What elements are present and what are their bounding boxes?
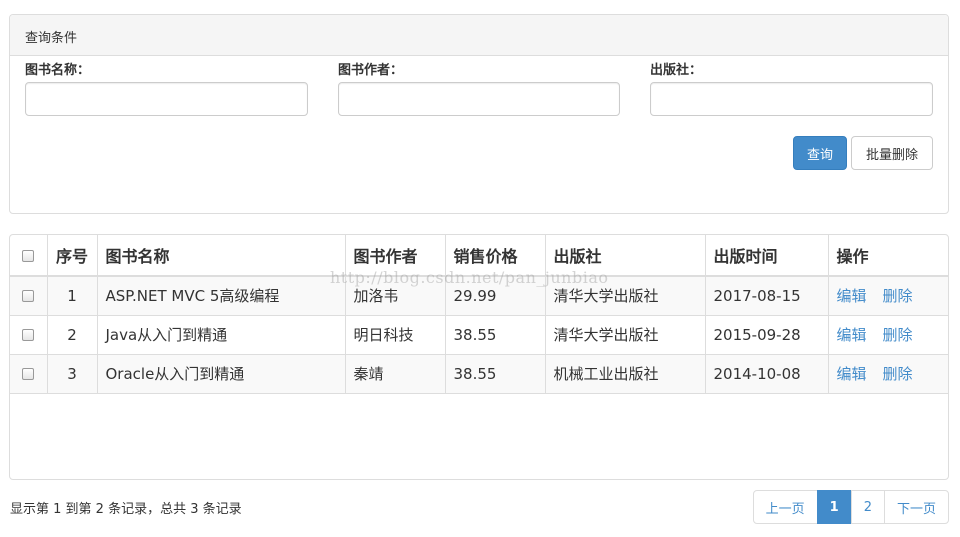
book-name-label: 图书名称： [25,63,91,78]
header-num[interactable]: 序号 [47,235,98,277]
header-book-name[interactable]: 图书名称 [97,235,346,277]
cell-actions: 编辑 删除 [828,276,948,316]
cell-publisher: 清华大学出版社 [545,276,706,316]
header-publisher[interactable]: 出版社 [545,235,706,277]
cell-book-name: ASP.NET MVC 5高级编程 [97,276,346,316]
batch-delete-button[interactable]: 批量删除 [851,136,933,170]
cell-publish-date: 2017-08-15 [705,276,829,316]
row-checkbox[interactable] [22,329,35,341]
table-row: 3 Oracle从入门到精通 秦靖 38.55 机械工业出版社 2014-10-… [10,354,948,394]
header-price[interactable]: 销售价格 [445,235,546,277]
book-table: 序号 图书名称 图书作者 销售价格 出版社 出版时间 操作 1 ASP.NET … [10,235,948,394]
row-checkbox[interactable] [22,368,35,380]
cell-price: 38.55 [445,315,546,355]
table-row: 2 Java从入门到精通 明日科技 38.55 清华大学出版社 2015-09-… [10,315,948,355]
cell-author: 明日科技 [345,315,446,355]
page-2-button[interactable]: 2 [850,490,885,524]
book-name-input[interactable] [25,82,308,116]
table-header-row: 序号 图书名称 图书作者 销售价格 出版社 出版时间 操作 [10,235,948,277]
book-author-input[interactable] [338,82,620,116]
prev-page-button[interactable]: 上一页 [752,490,818,524]
cell-author: 加洛韦 [345,276,446,316]
cell-num: 2 [47,315,98,355]
cell-price: 29.99 [445,276,546,316]
search-button[interactable]: 查询 [793,136,847,170]
cell-num: 1 [47,276,98,316]
cell-actions: 编辑 删除 [828,315,948,355]
cell-publisher: 清华大学出版社 [545,315,706,355]
page-1-button[interactable]: 1 [816,490,852,524]
edit-link[interactable]: 编辑 [837,326,867,344]
next-page-button[interactable]: 下一页 [883,490,949,524]
cell-price: 38.55 [445,354,546,394]
cell-publisher: 机械工业出版社 [545,354,706,394]
table-row: 1 ASP.NET MVC 5高级编程 加洛韦 29.99 清华大学出版社 20… [10,276,948,316]
cell-publish-date: 2014-10-08 [705,354,829,394]
delete-link[interactable]: 删除 [883,326,913,344]
row-checkbox[interactable] [22,290,35,303]
cell-book-name: Oracle从入门到精通 [97,354,346,394]
delete-link[interactable]: 删除 [883,287,913,305]
select-all-checkbox[interactable] [22,250,35,262]
publisher-label: 出版社： [650,63,703,78]
cell-publish-date: 2015-09-28 [705,315,829,355]
cell-book-name: Java从入门到精通 [97,315,346,355]
book-author-label: 图书作者： [338,63,404,78]
publisher-input[interactable] [650,82,933,116]
cell-author: 秦靖 [345,354,446,394]
header-actions: 操作 [828,235,948,277]
book-table-container: 序号 图书名称 图书作者 销售价格 出版社 出版时间 操作 1 ASP.NET … [9,234,949,480]
header-author[interactable]: 图书作者 [345,235,446,277]
edit-link[interactable]: 编辑 [837,287,867,305]
header-select-all[interactable] [10,235,48,277]
cell-num: 3 [47,354,98,394]
edit-link[interactable]: 编辑 [837,365,867,383]
header-publish-date[interactable]: 出版时间 [705,235,829,277]
query-panel-title: 查询条件 [10,15,948,56]
cell-actions: 编辑 删除 [828,354,948,394]
delete-link[interactable]: 删除 [883,365,913,383]
records-summary: 显示第 1 到第 2 条记录，总共 3 条记录 [10,502,242,517]
pagination: 上一页 1 2 下一页 [752,490,949,524]
